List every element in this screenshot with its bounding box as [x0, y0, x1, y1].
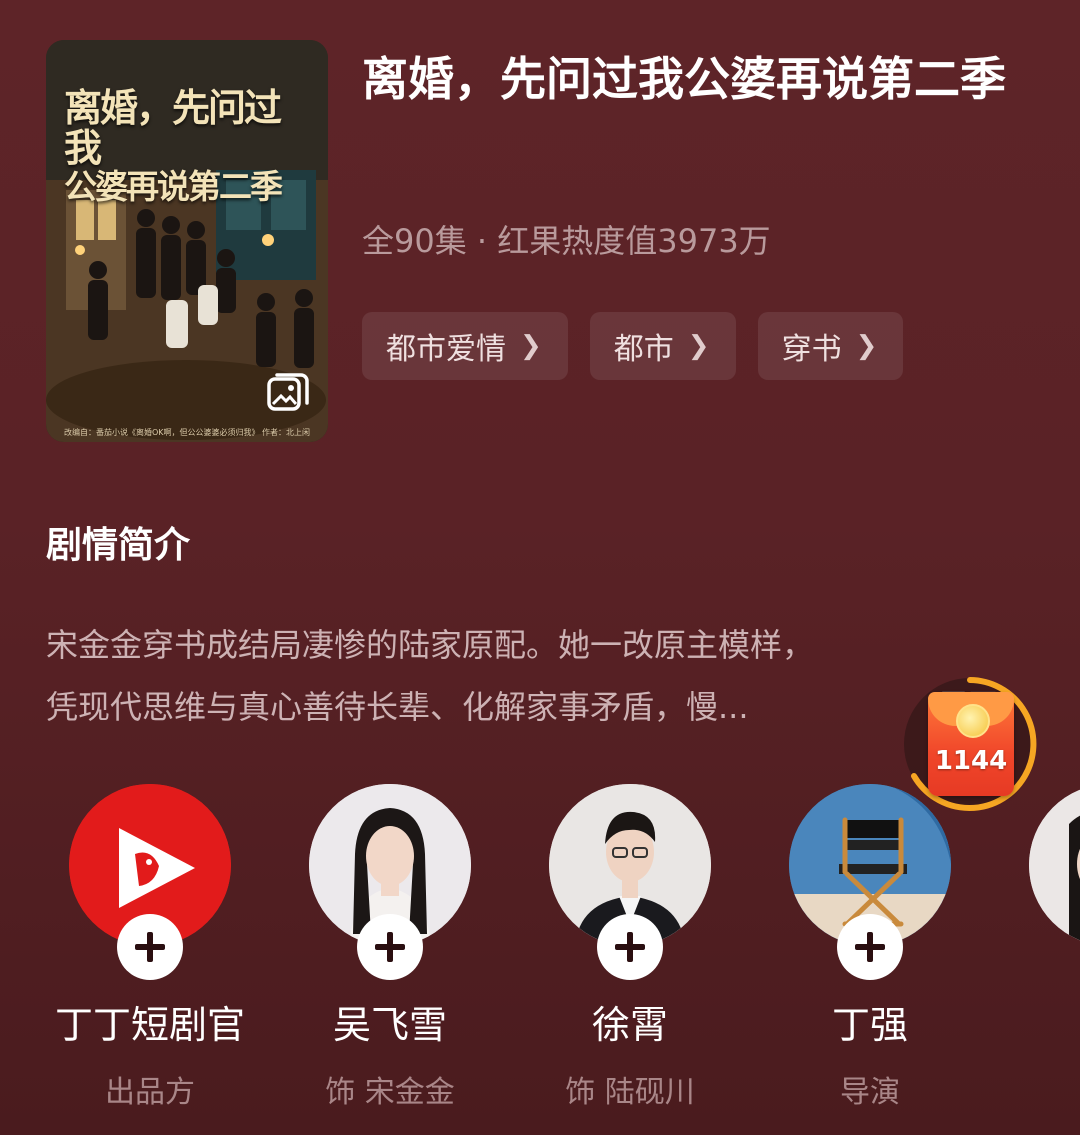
plus-icon	[375, 932, 405, 962]
poster-credit: 改编自：番茄小说《离婚OK啊，但公公婆婆必须归我》 作者：北上闲	[63, 428, 311, 437]
cast-item-director[interactable]: 丁强 导演	[750, 784, 990, 1111]
cast-role: 饰 宋金金	[325, 1075, 455, 1110]
cast-role: 导演	[840, 1075, 900, 1110]
plus-icon	[855, 932, 885, 962]
follow-button[interactable]	[597, 914, 663, 980]
reward-count: 1144	[934, 746, 1008, 776]
cast-item-partial[interactable]: 爱 饰	[990, 784, 1080, 1111]
tag-label: 都市爱情	[386, 332, 506, 367]
synopsis-line-2: 凭现代思维与真心善待长辈、化解家事矛盾，慢...	[46, 688, 749, 726]
tag-transmigration[interactable]: 穿书 ❯	[757, 312, 904, 380]
drama-meta: 全90集 · 红果热度值3973万	[362, 222, 771, 260]
poster-title: 离婚，先问过我 公婆再说第二季	[64, 88, 314, 204]
follow-button[interactable]	[357, 914, 423, 980]
red-envelope-icon: 1144	[928, 692, 1014, 796]
drama-title: 离婚，先问过我公婆再说第二季	[362, 52, 1006, 106]
plus-icon	[135, 932, 165, 962]
gallery-icon[interactable]	[266, 370, 310, 414]
cast-role: 出品方	[105, 1075, 195, 1110]
cast-name: 爱	[990, 994, 1080, 1049]
plus-icon	[615, 932, 645, 962]
tag-urban[interactable]: 都市 ❯	[589, 312, 736, 380]
follow-button[interactable]	[837, 914, 903, 980]
synopsis-line-1: 宋金金穿书成结局凄惨的陆家原配。她一改原主模样，	[46, 626, 815, 664]
chevron-right-icon: ❯	[855, 331, 878, 361]
cast-name: 丁强	[831, 1003, 908, 1047]
cast-portrait	[1029, 784, 1080, 946]
cast-name: 丁丁短剧官	[54, 1003, 245, 1047]
chevron-right-icon: ❯	[520, 331, 542, 361]
cast-name: 徐霄	[591, 1003, 668, 1047]
chevron-right-icon: ❯	[687, 331, 710, 361]
cast-item-actor[interactable]: 徐霄 饰 陆砚川	[510, 784, 750, 1111]
avatar[interactable]	[1029, 784, 1080, 946]
cast-item-producer[interactable]: 丁丁短剧官 出品方	[30, 784, 270, 1111]
synopsis-text[interactable]: 宋金金穿书成结局凄惨的陆家原配。她一改原主模样， 凭现代思维与真心善待长辈、化解…	[46, 614, 1036, 738]
cast-role: 饰	[990, 1067, 1080, 1111]
poster-title-line2: 公婆再说第二季	[64, 166, 283, 206]
tag-urban-romance[interactable]: 都市爱情 ❯	[362, 312, 568, 380]
drama-poster[interactable]: 离婚，先问过我 公婆再说第二季 改编自：番茄小说《离婚OK啊，但公公婆婆必须归我…	[46, 40, 328, 442]
poster-title-line1: 离婚，先问过我	[64, 85, 282, 170]
tag-list: 都市爱情 ❯ 都市 ❯ 穿书 ❯	[362, 312, 904, 380]
follow-button[interactable]	[117, 914, 183, 980]
cast-name: 吴飞雪	[332, 1003, 447, 1047]
cast-item-actress[interactable]: 吴飞雪 饰 宋金金	[270, 784, 510, 1111]
synopsis-heading: 剧情简介	[46, 525, 191, 566]
tag-label: 穿书	[781, 332, 842, 367]
cast-list: 丁丁短剧官 出品方 吴飞雪 饰 宋金金 徐霄 饰 陆砚川 丁强 导演	[0, 784, 1080, 1135]
cast-role: 饰 陆砚川	[565, 1075, 695, 1110]
tag-label: 都市	[613, 332, 674, 367]
